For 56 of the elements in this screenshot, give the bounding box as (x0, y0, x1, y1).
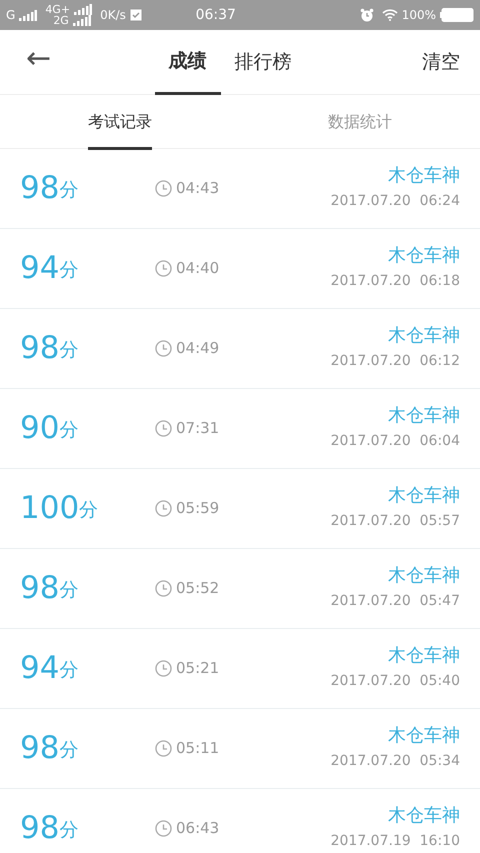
user-name: 木仓车神 (388, 805, 460, 827)
network-label: 4G+ (45, 4, 70, 15)
exam-date: 2017.07.20 05:40 (330, 672, 460, 691)
exam-duration: 04:43 (176, 178, 220, 200)
exam-duration: 05:59 (176, 498, 220, 520)
back-button[interactable]: ← (22, 44, 56, 74)
exam-duration: 04:40 (176, 258, 220, 280)
carrier-label: G (6, 7, 16, 24)
nav-tab[interactable]: 排行榜 (220, 30, 306, 95)
exam-date: 2017.07.20 05:47 (330, 592, 460, 611)
score-unit: 分 (59, 578, 78, 602)
score-value: 90 (20, 413, 60, 444)
score-value: 100 (20, 493, 80, 524)
sub-tab[interactable]: 考试记录 (0, 95, 240, 148)
clock-time: 06:37 (196, 6, 236, 22)
exam-date: 2017.07.19 16:10 (330, 832, 460, 851)
network-label: 2G (53, 15, 69, 26)
exam-date: 2017.07.20 06:18 (330, 272, 460, 291)
exam-date: 2017.07.20 06:24 (330, 192, 460, 211)
user-name: 木仓车神 (388, 725, 460, 747)
score-unit: 分 (59, 178, 78, 202)
score-unit: 分 (59, 258, 78, 282)
score-unit: 分 (59, 338, 78, 362)
exam-duration: 05:11 (176, 738, 220, 760)
score-value: 98 (20, 173, 60, 204)
score-value: 98 (20, 333, 60, 364)
score-value: 98 (20, 573, 60, 604)
score-unit: 分 (59, 818, 78, 842)
exam-duration: 07:31 (176, 418, 220, 440)
exam-date: 2017.07.20 05:34 (330, 752, 460, 771)
exam-date: 2017.07.20 06:04 (330, 432, 460, 451)
score-value: 98 (20, 813, 60, 844)
user-name: 木仓车神 (388, 165, 460, 187)
score-value: 98 (20, 733, 60, 764)
exam-date: 2017.07.20 06:12 (330, 352, 460, 371)
score-unit: 分 (59, 738, 78, 762)
user-name: 木仓车神 (388, 245, 460, 267)
exam-duration: 04:49 (176, 338, 220, 360)
exam-duration: 06:43 (176, 818, 220, 840)
nav-tab[interactable]: 成绩 (154, 30, 220, 95)
score-value: 94 (20, 653, 60, 684)
user-name: 木仓车神 (388, 645, 460, 667)
exam-duration: 05:52 (176, 578, 220, 600)
score-unit: 分 (59, 658, 78, 682)
exam-date: 2017.07.20 05:57 (330, 512, 460, 531)
score-unit: 分 (79, 498, 98, 522)
user-name: 木仓车神 (388, 405, 460, 427)
user-name: 木仓车神 (388, 325, 460, 347)
user-name: 木仓车神 (388, 565, 460, 587)
score-value: 94 (20, 253, 60, 284)
battery-percent: 100% (402, 7, 436, 24)
user-name: 木仓车神 (388, 485, 460, 507)
score-unit: 分 (59, 418, 78, 442)
network-speed: 0K/s (100, 7, 126, 24)
clear-button[interactable]: 清空 (422, 48, 460, 76)
exam-duration: 05:21 (176, 658, 220, 680)
